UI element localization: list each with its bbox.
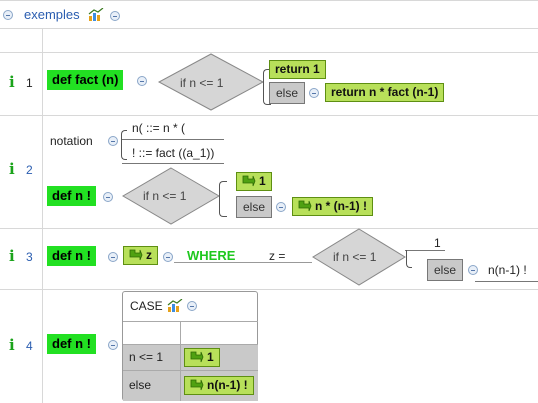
- row-number: 3: [26, 250, 33, 264]
- z-variable[interactable]: z: [123, 246, 158, 265]
- arrow-icon: [242, 175, 256, 187]
- collapse-icon[interactable]: [187, 301, 197, 311]
- else-label[interactable]: else: [236, 196, 273, 218]
- case-table: CASE n <= 1 1 else n(n-1) !: [122, 291, 258, 401]
- notation-label: notation: [50, 134, 93, 148]
- info-icon[interactable]: i: [9, 73, 15, 91]
- else-label[interactable]: else: [427, 259, 464, 281]
- arrow-icon: [129, 249, 143, 261]
- case-value[interactable]: n(n-1) !: [184, 376, 254, 395]
- def-label[interactable]: def fact (n): [47, 70, 124, 90]
- chart-icon[interactable]: [88, 7, 104, 25]
- collapse-icon[interactable]: [108, 136, 118, 146]
- else-value[interactable]: n(n-1) !: [488, 263, 527, 277]
- branch-bracket: [406, 250, 412, 268]
- collapse-icon[interactable]: [309, 88, 319, 98]
- collapse-icon[interactable]: [108, 340, 118, 350]
- header-collapse-icon[interactable]: [3, 10, 13, 20]
- arrow-icon: [190, 351, 204, 363]
- case-cond-cell[interactable]: else: [123, 370, 181, 401]
- def-label[interactable]: def n !: [47, 186, 96, 206]
- else-label[interactable]: else: [269, 82, 306, 104]
- then-value[interactable]: 1: [434, 236, 441, 250]
- condition-text: if n <= 1: [180, 76, 224, 90]
- notation-bracket: [121, 130, 127, 160]
- def-label[interactable]: def n !: [47, 334, 96, 354]
- collapse-icon[interactable]: [108, 252, 118, 262]
- def-label[interactable]: def n !: [47, 246, 96, 266]
- case-value-cell[interactable]: 1: [180, 344, 258, 371]
- case-header-value: [180, 321, 258, 345]
- arrow-icon: [298, 200, 312, 212]
- row-number: 1: [26, 76, 33, 90]
- row-number: 4: [26, 339, 33, 353]
- case-cond-cell[interactable]: n <= 1: [123, 344, 181, 371]
- then-value[interactable]: return 1: [269, 60, 326, 79]
- header-toggle-icon[interactable]: [110, 11, 120, 21]
- info-icon[interactable]: i: [9, 247, 15, 265]
- notation-line-2[interactable]: ! ::= fact ((a_1)): [132, 146, 214, 160]
- page-title: exemples: [24, 7, 80, 22]
- collapse-icon[interactable]: [276, 202, 286, 212]
- info-icon[interactable]: i: [9, 160, 15, 178]
- arrow-icon: [190, 379, 204, 391]
- where-keyword: WHERE: [187, 248, 236, 263]
- case-value-cell[interactable]: n(n-1) !: [180, 370, 258, 401]
- collapse-icon[interactable]: [137, 76, 147, 86]
- case-title: CASE: [130, 299, 163, 313]
- else-value[interactable]: n * (n-1) !: [292, 197, 373, 216]
- z-equals: z =: [269, 249, 286, 263]
- condition-text: if n <= 1: [333, 250, 377, 264]
- condition-text: if n <= 1: [143, 189, 187, 203]
- collapse-icon[interactable]: [468, 265, 478, 275]
- info-icon[interactable]: i: [9, 336, 15, 354]
- case-header-cond: [123, 321, 181, 345]
- branch-bracket: [219, 181, 227, 217]
- case-value[interactable]: 1: [184, 348, 220, 367]
- chart-icon[interactable]: [167, 298, 183, 316]
- row-number: 2: [26, 163, 33, 177]
- collapse-icon[interactable]: [103, 192, 113, 202]
- collapse-icon[interactable]: [163, 252, 173, 262]
- else-value[interactable]: return n * fact (n-1): [325, 83, 445, 102]
- notation-line-1[interactable]: n( ::= n * (: [132, 121, 185, 135]
- then-value[interactable]: 1: [236, 172, 272, 191]
